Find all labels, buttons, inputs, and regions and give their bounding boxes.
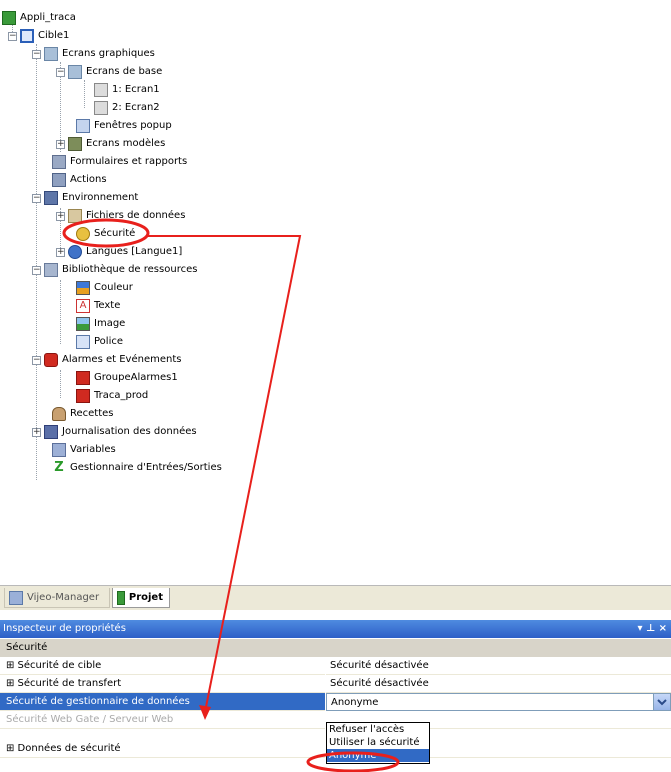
annotation-arrowhead: [199, 705, 211, 720]
annotation-overlay: [62, 218, 400, 772]
annotation-arrow-line: [148, 235, 302, 713]
anonymous-highlight-ellipse: [306, 751, 400, 772]
security-highlight-ellipse: [62, 218, 150, 248]
